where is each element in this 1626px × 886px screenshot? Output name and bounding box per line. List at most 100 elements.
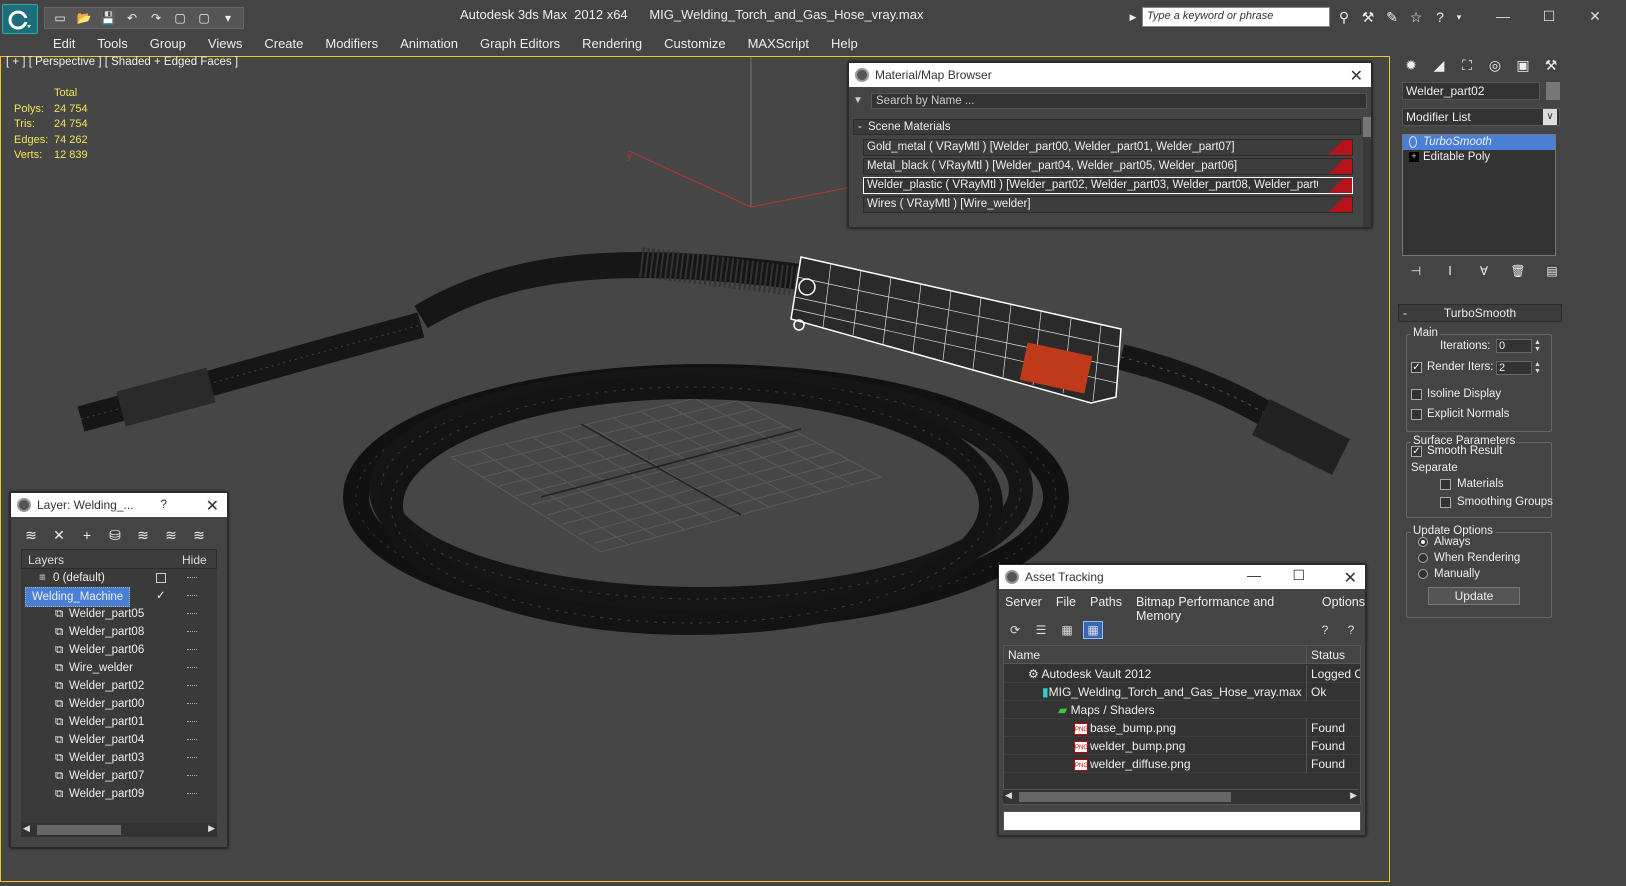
delete-layer-icon[interactable]: ✕: [49, 525, 69, 545]
lightbulb-icon[interactable]: [1409, 136, 1417, 148]
separate-materials-checkbox[interactable]: [1440, 479, 1451, 490]
layer-object-row[interactable]: ⧉ Welder_part07: [21, 767, 217, 785]
hide-toggle[interactable]: [187, 631, 197, 633]
layer-object-row[interactable]: ⧉ Welder_part00: [21, 695, 217, 713]
hide-all-layers-icon[interactable]: ≋: [161, 525, 181, 545]
configure-sets-icon[interactable]: ▤: [1542, 262, 1562, 280]
add-to-layer-icon[interactable]: +: [77, 525, 97, 545]
hide-toggle[interactable]: [187, 577, 197, 579]
layer-object-row[interactable]: ⧉ Welder_part01: [21, 713, 217, 731]
scroll-right-icon[interactable]: ▶: [1350, 790, 1357, 801]
layer-object-row[interactable]: ⧉ Welder_part06: [21, 641, 217, 659]
list-view-icon[interactable]: ☰: [1031, 621, 1051, 639]
create-tab-icon[interactable]: ✹: [1400, 54, 1422, 76]
viewport-label[interactable]: [ + ] [ Perspective ] [ Shaded + Edged F…: [6, 56, 238, 68]
subscription-icon[interactable]: ⚒: [1358, 7, 1378, 27]
when-rendering-radio[interactable]: [1418, 553, 1428, 563]
layer-object-row[interactable]: ⧉ Wire_welder: [21, 659, 217, 677]
active-layer-check-icon[interactable]: ✓: [156, 587, 166, 605]
scroll-left-icon[interactable]: ◀: [23, 823, 30, 834]
explicit-normals-checkbox[interactable]: [1411, 409, 1422, 420]
make-unique-icon[interactable]: ∀: [1474, 262, 1494, 280]
hide-toggle[interactable]: [187, 793, 197, 795]
menu-modifiers[interactable]: Modifiers: [314, 34, 389, 54]
layer-row[interactable]: ≡ 0 (default): [21, 569, 217, 587]
layer-object-row[interactable]: ⧉ Welder_part05: [21, 605, 217, 623]
menu-maxscript[interactable]: MAXScript: [737, 34, 820, 54]
layer-horizontal-scrollbar[interactable]: ◀ ▶: [21, 823, 217, 837]
material-item[interactable]: Wires ( VRayMtl ) [Wire_welder]: [863, 196, 1353, 213]
refresh-icon[interactable]: ⟳: [1005, 621, 1025, 639]
asset-row[interactable]: ▮MIG_Welding_Torch_and_Gas_Hose_vray.max…: [1004, 683, 1360, 701]
minimize-icon[interactable]: —: [1247, 567, 1261, 583]
hide-toggle[interactable]: [187, 613, 197, 615]
filter-dropdown-icon[interactable]: ▼: [853, 95, 863, 106]
object-color-swatch[interactable]: [1546, 82, 1560, 100]
freeze-all-layers-icon[interactable]: ≋: [189, 525, 209, 545]
spinner-arrows-icon[interactable]: ▲ ▼: [1534, 361, 1542, 375]
menu-views[interactable]: Views: [197, 34, 253, 54]
scroll-thumb[interactable]: [1363, 117, 1371, 137]
maximize-icon[interactable]: ☐: [1292, 567, 1305, 584]
object-name-field[interactable]: Welder_part02: [1402, 82, 1540, 100]
close-icon[interactable]: ✕: [206, 496, 219, 516]
layer-object-row[interactable]: ⧉ Welder_part09: [21, 785, 217, 803]
spinner-arrows-icon[interactable]: ▲ ▼: [1534, 339, 1542, 353]
menu-bitmap-performance[interactable]: Bitmap Performance and Memory: [1136, 595, 1308, 623]
motion-tab-icon[interactable]: ◎: [1484, 54, 1506, 76]
help-icon[interactable]: ?: [1315, 621, 1335, 639]
highlight-layer-icon[interactable]: ≋: [133, 525, 153, 545]
turbosmooth-rollout-header[interactable]: - TurboSmooth: [1398, 304, 1562, 322]
save-file-icon[interactable]: 💾: [97, 8, 119, 28]
update-button[interactable]: Update: [1428, 587, 1520, 605]
close-icon[interactable]: ✕: [1572, 4, 1618, 28]
asset-row[interactable]: PNG welder_bump.png Found: [1004, 737, 1360, 755]
scene-materials-group-header[interactable]: - Scene Materials: [853, 119, 1361, 135]
favorites-star-icon[interactable]: ☆: [1406, 7, 1426, 27]
menu-paths[interactable]: Paths: [1090, 595, 1122, 623]
help-dropdown-icon[interactable]: ▾: [1454, 7, 1464, 27]
stack-item-turbosmooth[interactable]: TurboSmooth: [1403, 135, 1555, 150]
utilities-tab-icon[interactable]: ⚒: [1540, 54, 1562, 76]
modifier-list-dropdown[interactable]: Modifier List ∨: [1402, 108, 1560, 126]
select-in-layer-icon[interactable]: ⛁: [105, 525, 125, 545]
menu-edit[interactable]: Edit: [42, 34, 86, 54]
asset-tracking-titlebar[interactable]: Asset Tracking — ☐ ✕: [999, 565, 1365, 589]
menu-graph-editors[interactable]: Graph Editors: [469, 34, 571, 54]
hide-toggle[interactable]: [187, 757, 197, 759]
app-logo-button[interactable]: [2, 4, 38, 34]
menu-tools[interactable]: Tools: [86, 34, 138, 54]
help-icon[interactable]: ?: [1430, 7, 1450, 27]
material-search-input[interactable]: Search by Name ...: [871, 93, 1367, 109]
redo-icon[interactable]: ↷: [145, 8, 167, 28]
asset-row[interactable]: ▰ Maps / Shaders: [1004, 701, 1360, 719]
status-column-header[interactable]: Status: [1306, 646, 1360, 664]
hold-icon[interactable]: ▢: [169, 8, 191, 28]
hide-toggle[interactable]: [187, 739, 197, 741]
pin-stack-icon[interactable]: ⊣: [1406, 262, 1426, 280]
asset-row[interactable]: ⚙ Autodesk Vault 2012Logged Out: [1004, 665, 1360, 683]
manually-radio[interactable]: [1418, 569, 1428, 579]
expand-icon[interactable]: +: [1409, 152, 1419, 162]
modify-tab-icon[interactable]: ◢: [1428, 54, 1450, 76]
always-radio[interactable]: [1418, 537, 1428, 547]
asset-row[interactable]: PNG welder_diffuse.png Found: [1004, 755, 1360, 773]
material-item-selected[interactable]: Welder_plastic ( VRayMtl ) [Welder_part0…: [863, 177, 1353, 194]
material-browser-titlebar[interactable]: Material/Map Browser ✕: [849, 63, 1371, 87]
hide-toggle[interactable]: [187, 703, 197, 705]
menu-rendering[interactable]: Rendering: [571, 34, 653, 54]
new-file-icon[interactable]: ▭: [49, 8, 71, 28]
menu-group[interactable]: Group: [139, 34, 197, 54]
scroll-left-icon[interactable]: ◀: [1005, 790, 1012, 801]
scroll-thumb[interactable]: [1019, 792, 1231, 802]
close-icon[interactable]: ✕: [1350, 66, 1363, 86]
undo-icon[interactable]: ↶: [121, 8, 143, 28]
keyword-search-input[interactable]: Type a keyword or phrase: [1142, 7, 1330, 27]
scroll-thumb[interactable]: [37, 825, 121, 835]
hierarchy-tab-icon[interactable]: ⛶: [1456, 54, 1478, 76]
smooth-result-checkbox[interactable]: ✓: [1411, 446, 1422, 457]
isoline-display-checkbox[interactable]: [1411, 389, 1422, 400]
layer-object-row[interactable]: ⧉ Welder_part03: [21, 749, 217, 767]
menu-create[interactable]: Create: [253, 34, 314, 54]
hide-toggle[interactable]: [187, 649, 197, 651]
